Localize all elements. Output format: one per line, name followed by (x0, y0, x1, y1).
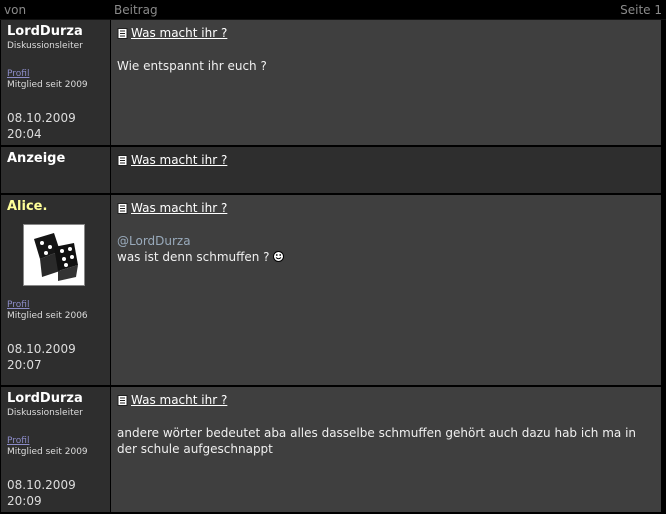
post-subject: Was macht ihr ? (117, 393, 661, 407)
ad-label: Anzeige (7, 151, 66, 166)
member-since: Mitglied seit 2009 (7, 80, 88, 90)
post-icon (117, 202, 128, 214)
post-content-cell: Was macht ihr ? @LordDurza was ist denn … (111, 195, 661, 385)
author-rank: Diskussionsleiter (7, 408, 83, 418)
post-author-cell: LordDurza Diskussionsleiter Profil Mitgl… (0, 387, 111, 512)
column-header-post: Beitrag (114, 2, 158, 17)
post-body: @LordDurza was ist denn schmuffen ? (117, 233, 661, 265)
post-icon (117, 27, 128, 39)
post-row: Alice. Profil Mitglied seit 2006 08.10.2 (0, 195, 666, 387)
avatar (23, 224, 85, 286)
post-subject-link[interactable]: Was macht ihr ? (131, 153, 227, 167)
post-date: 08.10.2009 (7, 111, 76, 125)
mention[interactable]: @LordDurza (117, 233, 661, 249)
post-body: andere wörter bedeutet aba alles dasselb… (117, 426, 637, 456)
author-name[interactable]: Alice. (7, 199, 110, 214)
profile-link[interactable]: Profil (7, 300, 110, 310)
post-subject-link[interactable]: Was macht ihr ? (131, 201, 227, 215)
author-name[interactable]: LordDurza (7, 391, 110, 406)
post-time: 20:09 (7, 494, 42, 508)
post-content-cell: Was macht ihr ? Wie entspannt ihr euch ? (111, 20, 661, 145)
post-time: 20:04 (7, 127, 42, 141)
dice-avatar-icon (24, 225, 84, 285)
post-icon (117, 394, 128, 406)
post-row: LordDurza Diskussionsleiter Profil Mitgl… (0, 387, 666, 514)
author-rank: Diskussionsleiter (7, 41, 83, 51)
post-datetime: 08.10.2009 20:07 (7, 341, 110, 373)
post-datetime: 08.10.2009 20:09 (7, 477, 110, 509)
ad-author-cell: Anzeige (0, 147, 111, 193)
profile-link[interactable]: Profil (7, 436, 110, 446)
post-row: LordDurza Diskussionsleiter Profil Mitgl… (0, 20, 666, 147)
post-author-cell: LordDurza Diskussionsleiter Profil Mitgl… (0, 20, 111, 145)
table-header: von Beitrag Seite 1 (0, 0, 666, 20)
post-body: Wie entspannt ihr euch ? (117, 59, 267, 73)
post-text: was ist denn schmuffen ? (117, 250, 270, 264)
column-header-author: von (4, 2, 27, 17)
post-datetime: 08.10.2009 20:04 (7, 110, 110, 142)
post-text-line: was ist denn schmuffen ? (117, 249, 661, 265)
post-date: 08.10.2009 (7, 342, 76, 356)
ad-row: Anzeige Was macht ihr ? (0, 147, 666, 195)
post-author-cell: Alice. Profil Mitglied seit 2006 08.10.2 (0, 195, 111, 385)
post-subject: Was macht ihr ? (117, 26, 661, 40)
member-since: Mitglied seit 2006 (7, 311, 88, 321)
post-subject-link[interactable]: Was macht ihr ? (131, 393, 227, 407)
ad-content-cell: Was macht ihr ? (111, 147, 661, 193)
post-subject: Was macht ihr ? (117, 153, 661, 167)
post-date: 08.10.2009 (7, 478, 76, 492)
page-indicator: Seite 1 (620, 2, 662, 17)
post-content-cell: Was macht ihr ? andere wörter bedeutet a… (111, 387, 661, 512)
profile-link[interactable]: Profil (7, 69, 110, 79)
smiley-icon (273, 251, 285, 262)
post-time: 20:07 (7, 358, 42, 372)
author-name[interactable]: LordDurza (7, 24, 110, 39)
post-icon (117, 154, 128, 166)
member-since: Mitglied seit 2009 (7, 447, 88, 457)
post-subject-link[interactable]: Was macht ihr ? (131, 26, 227, 40)
post-subject: Was macht ihr ? (117, 201, 661, 215)
